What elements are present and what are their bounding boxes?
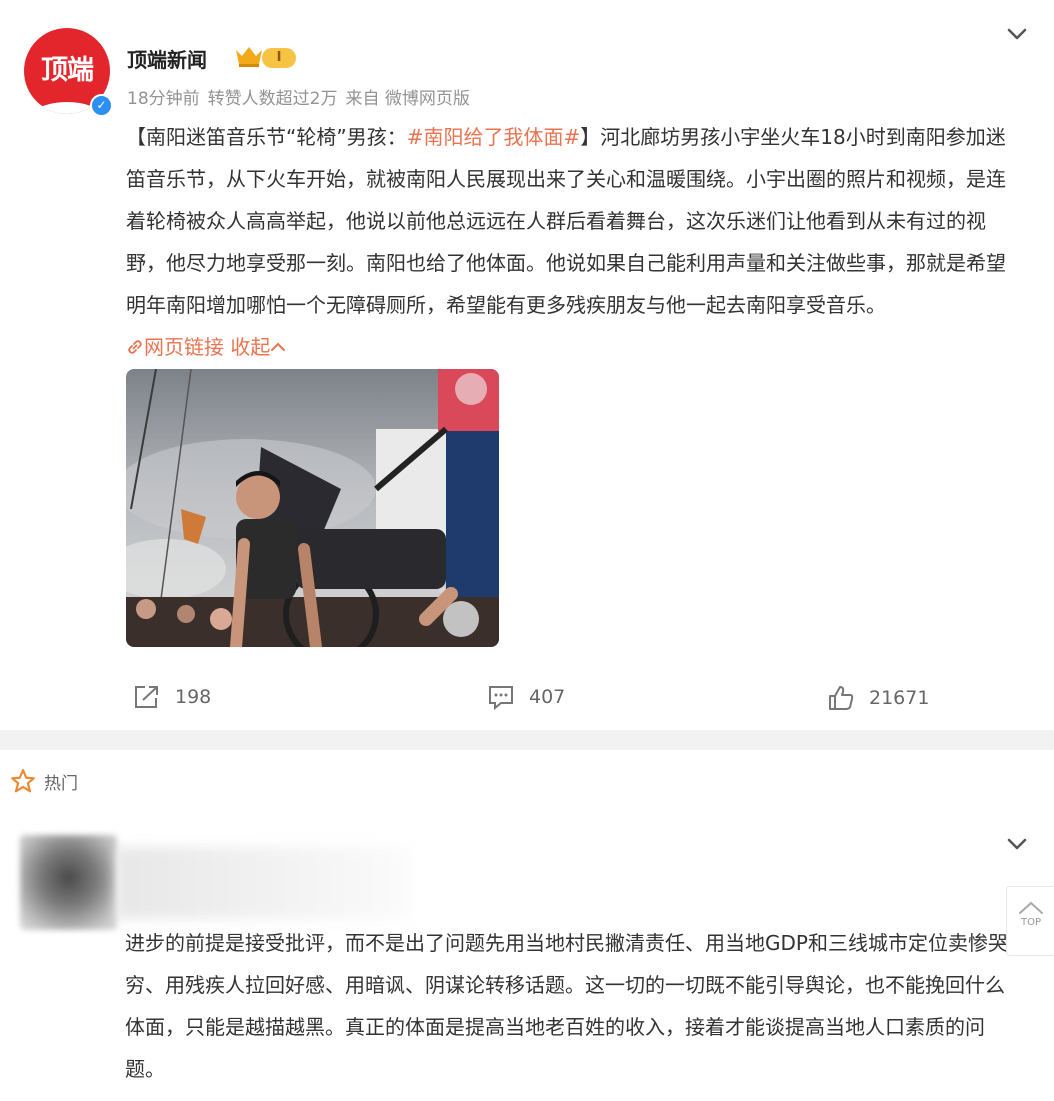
like-button[interactable]: 21671	[827, 684, 929, 712]
post-reposts-note: 转赞人数超过2万	[207, 89, 338, 109]
comment-body: 进步的前提是接受批评，而不是出了问题先用当地村民撇清责任、用当地GDP和三线城市…	[125, 931, 1008, 1081]
share-button[interactable]: 198	[133, 684, 211, 710]
post-source: 来自 微博网页版	[345, 89, 470, 109]
like-count: 21671	[869, 687, 930, 709]
post-title-open: 【南阳迷笛音乐节“轮椅”男孩：	[126, 125, 407, 149]
post-time[interactable]: 18分钟前	[127, 89, 200, 109]
like-icon	[829, 686, 854, 710]
post-photo[interactable]	[126, 369, 499, 647]
back-to-top-button[interactable]: TOP	[1006, 886, 1054, 956]
commenter-avatar-blurred[interactable]	[20, 835, 117, 930]
chevron-down-icon[interactable]	[1005, 22, 1029, 46]
hot-comments-header[interactable]: 热门	[10, 768, 78, 794]
share-count: 198	[175, 686, 212, 708]
chevron-up-icon[interactable]	[270, 340, 286, 354]
post-body-text: 河北廊坊男孩小宇坐火车18小时到南阳参加迷笛音乐节，从下火车开始，就被南阳人民展…	[126, 125, 1006, 317]
chevron-down-icon[interactable]	[1005, 832, 1029, 856]
section-divider	[0, 730, 1054, 750]
commenter-name-blurred	[116, 847, 411, 919]
verified-icon: ✓	[90, 94, 113, 117]
crown-icon	[236, 47, 262, 67]
post-body: 【南阳迷笛音乐节“轮椅”男孩：#南阳给了我体面#】河北廊坊男孩小宇坐火车18小时…	[126, 116, 1021, 368]
hashtag-link[interactable]: #南阳给了我体面#	[407, 125, 581, 149]
link-icon	[128, 340, 142, 354]
star-icon	[11, 769, 35, 793]
collapse-link[interactable]: 收起	[230, 335, 270, 359]
author-name[interactable]: 顶端新闻	[127, 44, 207, 73]
vip-level-badge[interactable]: I	[262, 48, 296, 68]
avatar-logo-text: 顶端	[41, 55, 94, 86]
comment-count: 407	[529, 686, 566, 708]
post-meta: 18分钟前 转赞人数超过2万 来自 微博网页版	[127, 84, 478, 109]
top-label: TOP	[1020, 917, 1041, 928]
concert-photo-illustration	[126, 369, 499, 647]
post-title-close: 】	[580, 125, 601, 149]
share-icon	[135, 686, 158, 708]
comment-button[interactable]: 407	[487, 684, 565, 710]
comment-icon	[489, 686, 513, 710]
web-link[interactable]: 网页链接	[144, 335, 224, 359]
hot-label: 热门	[44, 773, 78, 794]
arrow-up-icon	[1019, 901, 1043, 914]
